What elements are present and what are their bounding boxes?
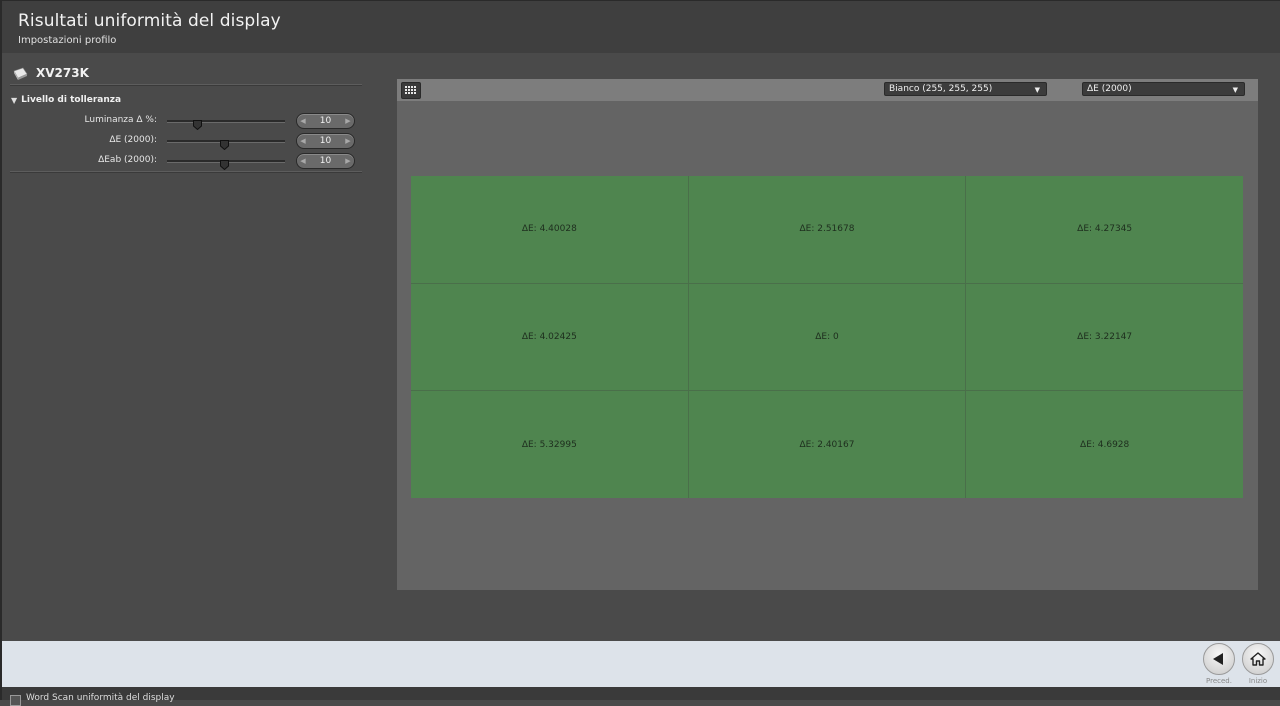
increment-icon[interactable]: ▶ bbox=[342, 157, 354, 165]
page-header: Risultati uniformità del display Imposta… bbox=[2, 1, 1280, 53]
deab2000-label: ΔEab (2000): bbox=[98, 155, 157, 165]
grid-cell[interactable]: ΔE: 3.22147 bbox=[966, 283, 1243, 391]
luminance-stepper[interactable]: ◀ 10 ▶ bbox=[296, 113, 355, 129]
increment-icon[interactable]: ▶ bbox=[342, 117, 354, 125]
page-title: Risultati uniformità del display bbox=[18, 11, 281, 31]
de2000-value: 10 bbox=[319, 136, 332, 146]
results-toolbar: Bianco (255, 255, 255) ▼ ΔE (2000) ▼ bbox=[397, 79, 1258, 101]
decrement-icon[interactable]: ◀ bbox=[297, 157, 309, 165]
color-select-value: Bianco (255, 255, 255) bbox=[889, 84, 993, 94]
increment-icon[interactable]: ▶ bbox=[342, 137, 354, 145]
status-bar: Word Scan uniformità del display bbox=[2, 687, 1280, 706]
decrement-icon[interactable]: ◀ bbox=[297, 137, 309, 145]
divider bbox=[10, 171, 362, 173]
chevron-down-icon: ▼ bbox=[1232, 86, 1238, 94]
back-arrow-icon bbox=[1203, 643, 1235, 675]
color-select[interactable]: Bianco (255, 255, 255) ▼ bbox=[884, 82, 1047, 96]
page-subtitle[interactable]: Impostazioni profilo bbox=[18, 35, 116, 46]
grid-cell[interactable]: ΔE: 4.40028 bbox=[411, 176, 688, 283]
luminance-value: 10 bbox=[319, 116, 332, 126]
back-button[interactable]: Preced. bbox=[1203, 643, 1235, 685]
grid-cell[interactable]: ΔE: 5.32995 bbox=[411, 391, 688, 498]
home-button[interactable]: Inizio bbox=[1242, 643, 1274, 685]
de2000-stepper[interactable]: ◀ 10 ▶ bbox=[296, 133, 355, 149]
triangle-down-icon: ▼ bbox=[11, 95, 18, 105]
luminance-label: Luminanza Δ %: bbox=[84, 115, 157, 125]
grid-cell[interactable]: ΔE: 4.02425 bbox=[411, 283, 688, 391]
metric-select[interactable]: ΔE (2000) ▼ bbox=[1082, 82, 1245, 96]
deab2000-stepper[interactable]: ◀ 10 ▶ bbox=[296, 153, 355, 169]
bottom-nav-bar: Preced. Inizio bbox=[2, 641, 1280, 687]
tolerance-row-luminance: Luminanza Δ %: ◀ 10 ▶ bbox=[0, 113, 360, 131]
grid-view-icon bbox=[405, 86, 416, 94]
deab2000-slider-thumb[interactable] bbox=[220, 155, 229, 171]
home-icon bbox=[1242, 643, 1274, 675]
grid-cell[interactable]: ΔE: 4.27345 bbox=[966, 176, 1243, 283]
grid-cell[interactable]: ΔE: 4.6928 bbox=[966, 391, 1243, 498]
device-name: XV273K bbox=[36, 66, 89, 80]
grid-cell[interactable]: ΔE: 0 bbox=[688, 283, 966, 391]
tolerance-section-toggle[interactable]: ▼ Livello di tolleranza bbox=[11, 95, 121, 105]
uniformity-grid: ΔE: 4.40028 ΔE: 2.51678 ΔE: 4.27345 ΔE: … bbox=[411, 176, 1243, 498]
tolerance-row-deab2000: ΔEab (2000): ◀ 10 ▶ bbox=[0, 153, 360, 171]
device-header: XV273K bbox=[12, 64, 89, 82]
de2000-label: ΔE (2000): bbox=[109, 135, 157, 145]
grid-cell[interactable]: ΔE: 2.40167 bbox=[688, 391, 966, 498]
grid-view-button[interactable] bbox=[401, 82, 421, 99]
back-label: Preced. bbox=[1206, 677, 1232, 685]
display-device-icon bbox=[12, 66, 28, 80]
de2000-slider-thumb[interactable] bbox=[220, 135, 229, 151]
luminance-slider-thumb[interactable] bbox=[193, 115, 202, 131]
tolerance-row-de2000: ΔE (2000): ◀ 10 ▶ bbox=[0, 133, 360, 151]
chevron-down-icon: ▼ bbox=[1034, 86, 1040, 94]
uniformity-results-panel: Bianco (255, 255, 255) ▼ ΔE (2000) ▼ ΔE:… bbox=[397, 79, 1258, 590]
decrement-icon[interactable]: ◀ bbox=[297, 117, 309, 125]
deab2000-value: 10 bbox=[319, 156, 332, 166]
tolerance-heading: Livello di tolleranza bbox=[21, 95, 122, 105]
status-checkbox[interactable] bbox=[10, 695, 21, 706]
window-frame-left bbox=[0, 0, 2, 700]
grid-cell[interactable]: ΔE: 2.51678 bbox=[688, 176, 966, 283]
metric-select-value: ΔE (2000) bbox=[1087, 84, 1132, 94]
luminance-slider-track[interactable] bbox=[167, 120, 285, 123]
status-text: Word Scan uniformità del display bbox=[26, 693, 175, 703]
divider bbox=[10, 84, 362, 86]
home-label: Inizio bbox=[1248, 677, 1268, 685]
